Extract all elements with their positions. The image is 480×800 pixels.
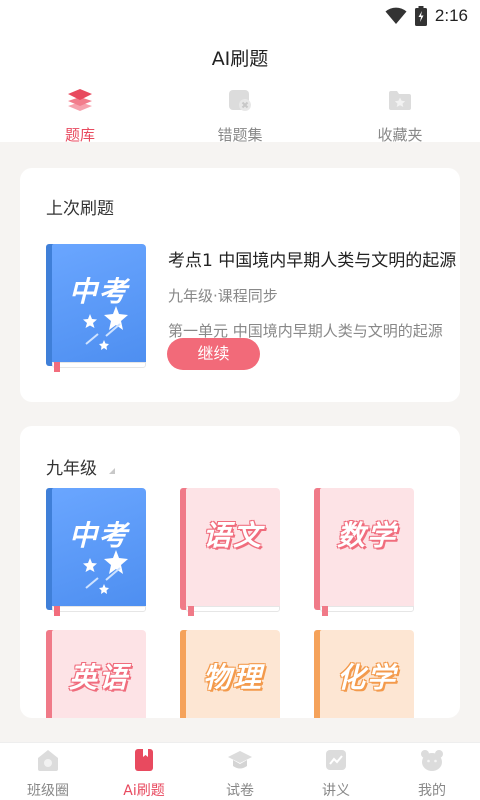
exam-paper-icon [228, 751, 252, 769]
book-ribbon [322, 606, 328, 616]
nav-item-ai-practice[interactable]: Ai刷题 [96, 747, 192, 800]
book-chinese[interactable]: 语文 [180, 488, 280, 616]
grade-selector[interactable]: 九年级 [46, 454, 97, 479]
app-header: AI刷题 题库 错题集 收藏夹 [0, 32, 480, 144]
page-title: AI刷题 [211, 48, 269, 70]
tab-wrong-questions[interactable]: 错题集 [185, 84, 295, 144]
nav-item-profile[interactable]: 我的 [384, 747, 480, 800]
tab-label: 收藏夹 [377, 126, 423, 144]
handout-icon [326, 750, 346, 770]
nav-item-class-circle[interactable]: 班级圈 [0, 747, 96, 800]
wifi-icon [385, 7, 407, 24]
book-title: 化学 [336, 661, 397, 694]
nav-label: Ai刷题 [123, 783, 165, 799]
tab-label: 错题集 [217, 126, 263, 144]
bottom-navigation: 班级圈 Ai刷题 试卷 讲义 我的 [0, 742, 480, 800]
nav-label: 试卷 [226, 783, 254, 799]
ai-practice-icon [135, 749, 153, 771]
book-pages [52, 362, 146, 368]
book-chemistry[interactable]: 化学 [314, 630, 414, 718]
book-pages [186, 606, 280, 612]
nav-item-exam-paper[interactable]: 试卷 [192, 747, 288, 800]
book-pages [52, 606, 146, 612]
class-circle-icon [38, 750, 58, 771]
top-tab-bar: 题库 错题集 收藏夹 [0, 84, 480, 144]
last-practice-title: 考点1 中国境内早期人类与文明的起源 [168, 251, 457, 271]
caret-down-icon[interactable] [109, 468, 115, 474]
status-indicators: 2:16 [385, 6, 468, 26]
stars-icon [83, 306, 128, 350]
continue-button[interactable]: 继续 [167, 338, 260, 370]
section-title: 上次刷题 [46, 199, 114, 219]
grade-books-card: 九年级 中考 语文 数学 英语 物理 化学 [20, 426, 460, 718]
book-physics[interactable]: 物理 [180, 630, 280, 718]
favorites-folder-icon [389, 91, 411, 110]
layers-icon [68, 89, 92, 111]
book-ribbon [54, 606, 60, 616]
book-math[interactable]: 数学 [314, 488, 414, 616]
battery-charging-icon [414, 6, 427, 26]
book-title: 物理 [202, 661, 263, 694]
tab-favorites[interactable]: 收藏夹 [345, 84, 455, 144]
book-zhongkao[interactable]: 中考 [46, 488, 146, 616]
tab-label: 题库 [64, 126, 95, 144]
status-time: 2:16 [434, 6, 468, 25]
book-title: 英语 [68, 661, 129, 694]
profile-icon [421, 750, 443, 771]
book-title: 数学 [336, 519, 397, 552]
tab-question-bank[interactable]: 题库 [25, 84, 135, 144]
stars-icon [83, 550, 128, 594]
book-pages [320, 606, 414, 612]
book-title: 语文 [202, 519, 263, 552]
status-bar: 2:16 [0, 0, 480, 32]
book-ribbon [188, 606, 194, 616]
last-practice-info: 考点1 中国境内早期人类与文明的起源 九年级·课程同步 第一单元 中国境内早期人… [168, 246, 460, 341]
nav-label: 讲义 [322, 783, 350, 799]
last-practice-card: 上次刷题 中考 考点1 中国境内早期人类与文明的起源 九年级·课程同步 第一单元… [20, 168, 460, 402]
nav-item-handout[interactable]: 讲义 [288, 747, 384, 800]
last-practice-subtitle: 九年级·课程同步 [168, 287, 278, 305]
book-english[interactable]: 英语 [46, 630, 146, 718]
wrong-questions-icon [229, 90, 251, 111]
nav-label: 班级圈 [27, 783, 69, 799]
book-ribbon [54, 362, 60, 372]
last-practice-book[interactable]: 中考 [46, 244, 146, 372]
nav-label: 我的 [418, 783, 446, 799]
